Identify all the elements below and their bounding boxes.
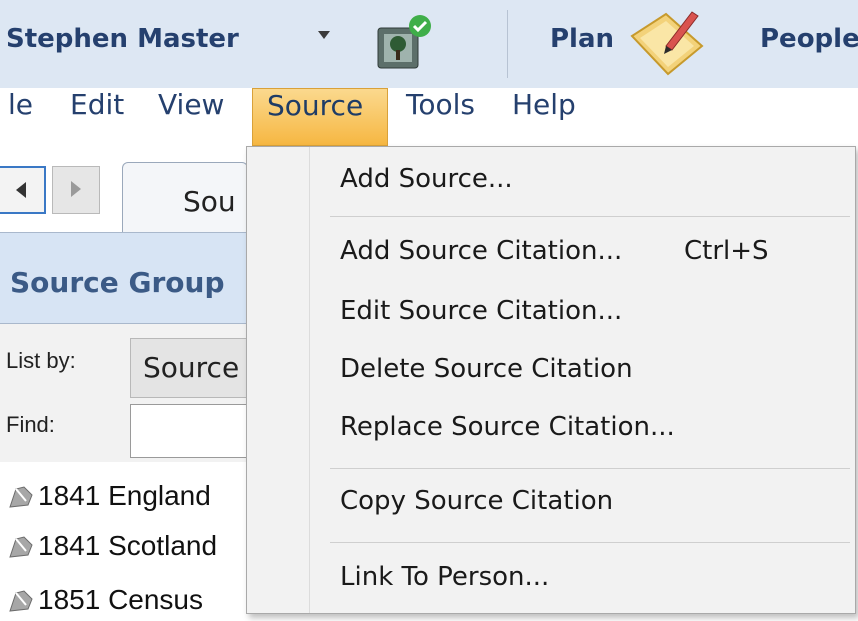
plan-icon[interactable] <box>626 6 708 80</box>
source-group-title: Source Group <box>10 266 225 299</box>
menu-item-link-to-person-label: Link To Person... <box>340 562 550 592</box>
nav-people[interactable]: People <box>760 24 858 54</box>
menu-separator <box>330 542 850 543</box>
find-input[interactable] <box>130 404 260 458</box>
list-by-label: List by: <box>6 348 76 373</box>
menu-item-add-citation-shortcut: Ctrl+S <box>684 236 769 266</box>
user-name[interactable]: Stephen Master <box>6 24 239 54</box>
toolbar-separator <box>507 10 508 78</box>
list-item-label: 1841 England <box>38 480 211 511</box>
menu-item-copy-citation-label: Copy Source Citation <box>340 486 614 516</box>
menu-icon-gutter <box>247 147 310 613</box>
arrow-left-icon <box>16 182 26 198</box>
nav-plan[interactable]: Plan <box>550 24 614 54</box>
list-item[interactable]: 1851 Census <box>6 580 203 620</box>
menu-item-add-source-label: Add Source... <box>340 164 513 194</box>
history-nav <box>0 166 108 214</box>
menu-item-edit-citation-label: Edit Source Citation... <box>340 296 623 326</box>
menu-tools[interactable]: Tools <box>396 88 485 146</box>
source-list: 1841 England 1841 Scotland 1851 Census <box>0 462 248 621</box>
list-item-label: 1851 Census <box>38 584 204 615</box>
source-icon <box>9 486 33 508</box>
list-item-label: 1841 Scotland <box>38 530 218 561</box>
list-item[interactable]: 1841 England <box>6 476 211 516</box>
menu-edit[interactable]: Edit <box>60 88 134 146</box>
menu-separator <box>330 216 850 217</box>
menu-item-add-citation-label: Add Source Citation... <box>340 236 623 266</box>
find-label: Find: <box>6 412 55 437</box>
source-icon <box>9 536 33 558</box>
tree-sync-icon[interactable] <box>374 14 432 72</box>
menu-item-delete-citation-label: Delete Source Citation <box>340 354 633 384</box>
menu-help[interactable]: Help <box>502 88 586 146</box>
menu-view[interactable]: View <box>148 88 234 146</box>
menu-file[interactable]: le <box>0 88 43 146</box>
tab-sources[interactable]: Sou <box>122 162 248 232</box>
back-button[interactable] <box>0 166 46 214</box>
menu-item-replace-citation-label: Replace Source Citation... <box>340 412 675 442</box>
list-by-select[interactable]: Source <box>130 338 260 398</box>
arrow-right-icon <box>71 181 81 197</box>
list-item[interactable]: 1841 Scotland <box>6 526 217 566</box>
chevron-down-icon[interactable] <box>318 31 330 39</box>
menu-source[interactable]: Source <box>252 88 388 146</box>
source-icon <box>9 590 33 612</box>
forward-button[interactable] <box>52 166 100 214</box>
menu-separator <box>330 468 850 469</box>
